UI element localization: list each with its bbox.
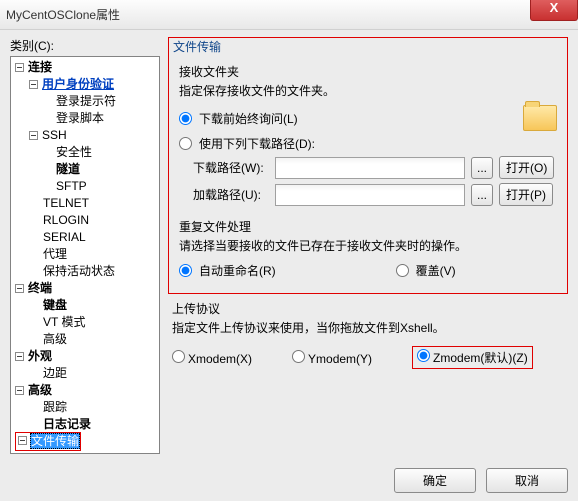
zmodem-radio[interactable] [417,349,430,362]
dl-path-input[interactable] [275,157,465,179]
tree-vt[interactable]: VT 模式 [42,314,86,331]
tree-adv-t[interactable]: 高级 [42,331,68,348]
browse-button[interactable]: ... [471,157,493,179]
opt-path-radio[interactable] [179,137,192,150]
titlebar: MyCentOSClone属性 X [0,0,578,30]
tree-auth[interactable]: 用户身份验证 [41,76,115,93]
tree-serial[interactable]: SERIAL [42,229,87,246]
zmodem-label[interactable]: Zmodem(默认)(Z) [417,351,528,365]
upload-protocol-section: 上传协议 指定文件上传协议来使用，当你拖放文件到Xshell。 Xmodem(X… [168,300,568,369]
open-button-1[interactable]: 打开(O) [499,156,554,179]
file-transfer-group: 文件传输 接收文件夹 指定保存接收文件的文件夹。 下载前始终询问(L) 使用下列… [168,37,568,294]
dl-path-label: 下载路径(W): [193,159,269,176]
opt-path-label[interactable]: 使用下列下载路径(D): [179,135,315,152]
close-button[interactable]: X [530,0,578,21]
folder-icon [523,105,557,131]
tree-login-script[interactable]: 登录脚本 [55,110,105,127]
tree-appearance[interactable]: 外观 [27,348,53,365]
tree-log[interactable]: 日志记录 [42,416,92,433]
window-title: MyCentOSClone属性 [6,6,120,23]
tree-trace[interactable]: 跟踪 [42,399,68,416]
collapse-icon[interactable] [15,386,24,395]
tree-sftp[interactable]: SFTP [55,178,88,195]
dialog-footer: 确定 取消 [394,468,568,493]
add-path-input[interactable] [275,184,465,206]
dup-title: 重复文件处理 [179,218,557,235]
tree-rlogin[interactable]: RLOGIN [42,212,90,229]
rename-label[interactable]: 自动重命名(R) [179,262,276,279]
collapse-icon[interactable] [18,436,27,445]
recv-folder-label: 接收文件夹 [179,63,557,80]
collapse-icon[interactable] [15,63,24,72]
recv-folder-desc: 指定保存接收文件的文件夹。 [179,82,557,99]
ok-button[interactable]: 确定 [394,468,476,493]
rename-radio[interactable] [179,264,192,277]
ymodem-label[interactable]: Ymodem(Y) [292,350,372,366]
tree-ssh[interactable]: SSH [41,127,68,144]
upload-desc: 指定文件上传协议来使用，当你拖放文件到Xshell。 [172,319,564,336]
opt-ask-radio[interactable] [179,112,192,125]
tree-proxy[interactable]: 代理 [42,246,68,263]
collapse-icon[interactable] [15,352,24,361]
tree-login-prompt[interactable]: 登录提示符 [55,93,117,110]
tree-margin[interactable]: 边距 [42,365,68,382]
tree-tunnel[interactable]: 隧道 [55,161,81,178]
opt-ask-label[interactable]: 下载前始终询问(L) [179,110,298,127]
tree-xymodem[interactable]: X/YMODEM [42,450,109,454]
category-label: 类别(C): [10,37,160,54]
tree-keyboard[interactable]: 键盘 [42,297,68,314]
tree-keepalive[interactable]: 保持活动状态 [42,263,116,280]
xmodem-label[interactable]: Xmodem(X) [172,350,252,366]
browse-button-2[interactable]: ... [471,184,493,206]
collapse-icon[interactable] [15,284,24,293]
add-path-label: 加载路径(U): [193,186,269,203]
xmodem-radio[interactable] [172,350,185,363]
tree-telnet[interactable]: TELNET [42,195,90,212]
tree-terminal[interactable]: 终端 [27,280,53,297]
tree-security[interactable]: 安全性 [55,144,93,161]
collapse-icon[interactable] [29,131,38,140]
open-button-2[interactable]: 打开(P) [499,183,553,206]
group-title: 文件传输 [169,38,567,57]
tree-connection[interactable]: 连接 [27,59,53,76]
overwrite-label[interactable]: 覆盖(V) [396,262,456,279]
cancel-button[interactable]: 取消 [486,468,568,493]
overwrite-radio[interactable] [396,264,409,277]
ymodem-radio[interactable] [292,350,305,363]
collapse-icon[interactable] [29,80,38,89]
tree-file-transfer[interactable]: 文件传输 [30,433,80,449]
upload-title: 上传协议 [172,300,564,317]
tree-advanced[interactable]: 高级 [27,382,53,399]
dup-desc: 请选择当要接收的文件已存在于接收文件夹时的操作。 [179,237,557,254]
category-tree[interactable]: 连接 用户身份验证 登录提示符 登录脚本 SSH 安全性 隧道 SFTP TEL… [10,56,160,454]
